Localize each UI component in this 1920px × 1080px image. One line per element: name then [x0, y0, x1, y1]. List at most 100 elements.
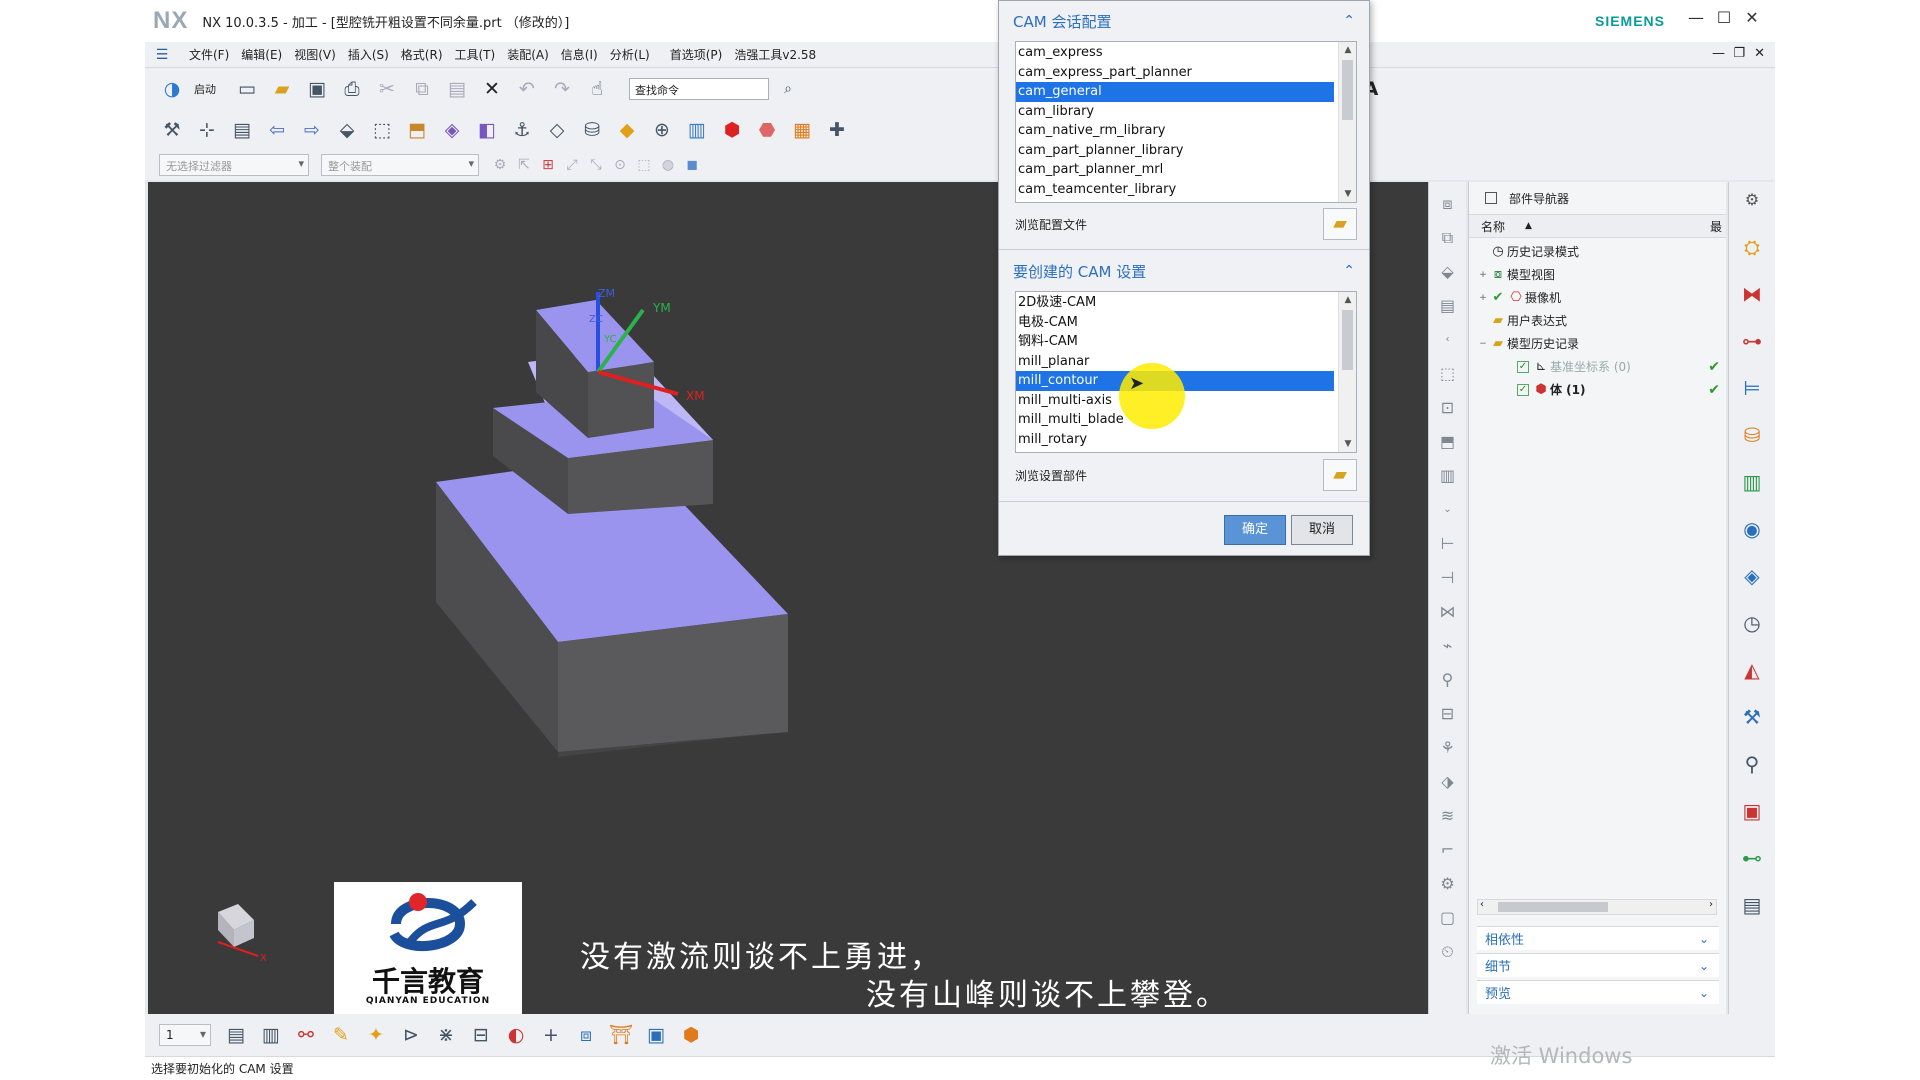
orient-view-icon[interactable]: ⧈	[573, 1023, 599, 1047]
layer-settings-icon[interactable]: ▤	[223, 1023, 249, 1047]
menu-edit[interactable]: 编辑(E)	[241, 46, 282, 63]
strip-collapse-icon[interactable]: ‹	[1436, 328, 1460, 352]
history-icon[interactable]: ◷	[1738, 611, 1766, 641]
strip-icon-5[interactable]: ⬚	[1436, 362, 1460, 386]
chevron-up-icon[interactable]: ⌃	[1343, 263, 1355, 279]
sort-up-icon[interactable]: ▲	[1525, 221, 1532, 231]
pin-icon[interactable]	[1485, 192, 1497, 204]
visibility-checkbox[interactable]: ✓	[1517, 360, 1529, 373]
maximize-button[interactable]: ☐	[1711, 8, 1737, 27]
touch-mode-icon[interactable]: ☝	[584, 77, 610, 101]
strip-icon-14[interactable]: ⊟	[1436, 702, 1460, 726]
strip-icon-11[interactable]: ⋈	[1436, 600, 1460, 624]
cam-tool-icon-1[interactable]: ⚒	[159, 118, 185, 142]
render-style-icon[interactable]: ⬢	[678, 1023, 704, 1047]
menu-icon[interactable]: ☰	[153, 43, 171, 67]
new-file-icon[interactable]: ▭	[234, 77, 260, 101]
menu-view[interactable]: 视图(V)	[294, 46, 336, 63]
column-latest[interactable]: 最	[1710, 218, 1722, 235]
snap-point-icon[interactable]: ⋇	[433, 1023, 459, 1047]
tree-item-model-history[interactable]: − ▰ 模型历史记录	[1469, 332, 1726, 355]
strip-icon-21[interactable]: ⏲	[1436, 940, 1460, 964]
cam-tool-icon-15[interactable]: ⬢	[719, 118, 745, 142]
cam-tool-icon-8[interactable]: ◧	[474, 118, 500, 142]
strip-more-icon[interactable]: ⌄	[1436, 498, 1460, 522]
save-icon[interactable]: ▣	[304, 77, 330, 101]
open-folder-icon[interactable]: ▰	[269, 77, 295, 101]
select-tool-icon-6[interactable]: ⊙	[611, 153, 629, 177]
list-item[interactable]: cam_part_planner_mrl	[1016, 160, 1334, 180]
select-tool-icon-1[interactable]: ⚙	[491, 153, 509, 177]
scroll-up-icon[interactable]: ▲	[1339, 295, 1356, 305]
strip-icon-4[interactable]: ▤	[1436, 294, 1460, 318]
expand-icon[interactable]: +	[1477, 270, 1489, 280]
cam-tool-icon-10[interactable]: ◇	[544, 118, 570, 142]
tree-item-model-views[interactable]: + ⧇ 模型视图	[1469, 263, 1726, 286]
assembly-navigator-icon[interactable]: ⛭	[1738, 235, 1766, 265]
measure-icon[interactable]: ⊟	[468, 1023, 494, 1047]
part-navigator-icon[interactable]: ⊶	[1738, 329, 1766, 359]
cam-tool-icon-4[interactable]: ⬙	[334, 118, 360, 142]
strip-icon-19[interactable]: ⚙	[1436, 872, 1460, 896]
cam-tool-icon-6[interactable]: ⬒	[404, 118, 430, 142]
work-layer-dropdown[interactable]: 1	[159, 1024, 211, 1046]
tree-item-history-mode[interactable]: ◷ 历史记录模式	[1469, 240, 1726, 263]
redo-icon[interactable]: ↷	[549, 77, 575, 101]
navigator-horizontal-scrollbar[interactable]: ‹ ›	[1477, 899, 1717, 915]
print-icon[interactable]: ⎙	[339, 77, 365, 101]
layer-visible-icon[interactable]: ▥	[258, 1023, 284, 1047]
menu-analysis[interactable]: 分析(L)	[610, 46, 650, 63]
type-filter-dropdown[interactable]: 无选择过滤器	[159, 154, 309, 176]
menu-tools[interactable]: 工具(T)	[455, 46, 496, 63]
undo-icon[interactable]: ↶	[514, 77, 540, 101]
system-materials-icon[interactable]: ◭	[1738, 658, 1766, 688]
paste-icon[interactable]: ▤	[444, 77, 470, 101]
strip-icon-20[interactable]: ▢	[1436, 906, 1460, 930]
list-item[interactable]: cam_library	[1016, 102, 1334, 122]
machine-tool-navigator-icon[interactable]: ⛁	[1738, 423, 1766, 453]
session-config-list[interactable]: cam_express cam_express_part_planner cam…	[1015, 41, 1357, 203]
menu-preferences[interactable]: 首选项(P)	[670, 46, 723, 63]
list-item[interactable]: cam_express	[1016, 43, 1334, 63]
ok-button[interactable]: 确定	[1224, 515, 1286, 545]
collapse-icon[interactable]: −	[1477, 339, 1489, 349]
assembly-scope-dropdown[interactable]: 整个装配	[321, 154, 479, 176]
setup-list-scrollbar[interactable]: ▲ ▼	[1338, 292, 1356, 452]
menu-file[interactable]: 文件(F)	[189, 46, 229, 63]
web-browser-icon[interactable]: ◈	[1738, 564, 1766, 594]
hd3d-tools-icon[interactable]: ◉	[1738, 517, 1766, 547]
palette-icon[interactable]: ▤	[1738, 893, 1766, 923]
strip-icon-6[interactable]: ⊡	[1436, 396, 1460, 420]
cancel-button[interactable]: 取消	[1291, 515, 1353, 545]
tree-item-cameras[interactable]: + ✔ ⎔ 摄像机	[1469, 286, 1726, 309]
doc-minimize-button[interactable]: —	[1712, 46, 1725, 61]
cam-tool-icon-16[interactable]: ⬣	[754, 118, 780, 142]
search-icon[interactable]: ⌕	[779, 77, 797, 101]
strip-icon-10[interactable]: ⊣	[1436, 566, 1460, 590]
list-item[interactable]: mill_planar	[1016, 352, 1334, 372]
list-item[interactable]: 2D极速-CAM	[1016, 293, 1334, 313]
cam-tool-icon-9[interactable]: ⚓	[509, 118, 535, 142]
settings-gear-icon[interactable]: ⚙	[1738, 188, 1766, 218]
cam-tool-icon-18[interactable]: ✚	[824, 118, 850, 142]
wcs-dynamics-icon[interactable]: ⊳	[398, 1023, 424, 1047]
cam-tool-icon-12[interactable]: ◆	[614, 118, 640, 142]
scroll-up-icon[interactable]: ▲	[1339, 45, 1356, 55]
list-item[interactable]: 电极-CAM	[1016, 313, 1334, 333]
scroll-right-icon[interactable]: ›	[1709, 899, 1713, 910]
cam-tool-icon-5[interactable]: ⬚	[369, 118, 395, 142]
arrow-left-icon[interactable]: ⇦	[264, 118, 290, 142]
select-tool-icon-5[interactable]: ⤡	[587, 153, 605, 177]
analysis-icon[interactable]: ⛩	[608, 1023, 634, 1047]
cam-tool-icon-3[interactable]: ▤	[229, 118, 255, 142]
scroll-down-icon[interactable]: ▼	[1339, 189, 1356, 199]
list-item[interactable]: cam_native_rm_library	[1016, 121, 1334, 141]
select-tool-icon-7[interactable]: ⬚	[635, 153, 653, 177]
select-tool-icon-3[interactable]: ⊞	[539, 153, 557, 177]
tree-item-datum-csys[interactable]: ✓ ⊾ 基准坐标系 (0) ✔	[1469, 355, 1726, 378]
menu-info[interactable]: 信息(I)	[561, 46, 598, 63]
menu-format[interactable]: 格式(R)	[401, 46, 443, 63]
arrow-right-icon[interactable]: ⇨	[299, 118, 325, 142]
browse-setup-folder-button[interactable]: ▰	[1323, 459, 1357, 491]
command-search-input[interactable]: 查找命令	[629, 78, 769, 100]
